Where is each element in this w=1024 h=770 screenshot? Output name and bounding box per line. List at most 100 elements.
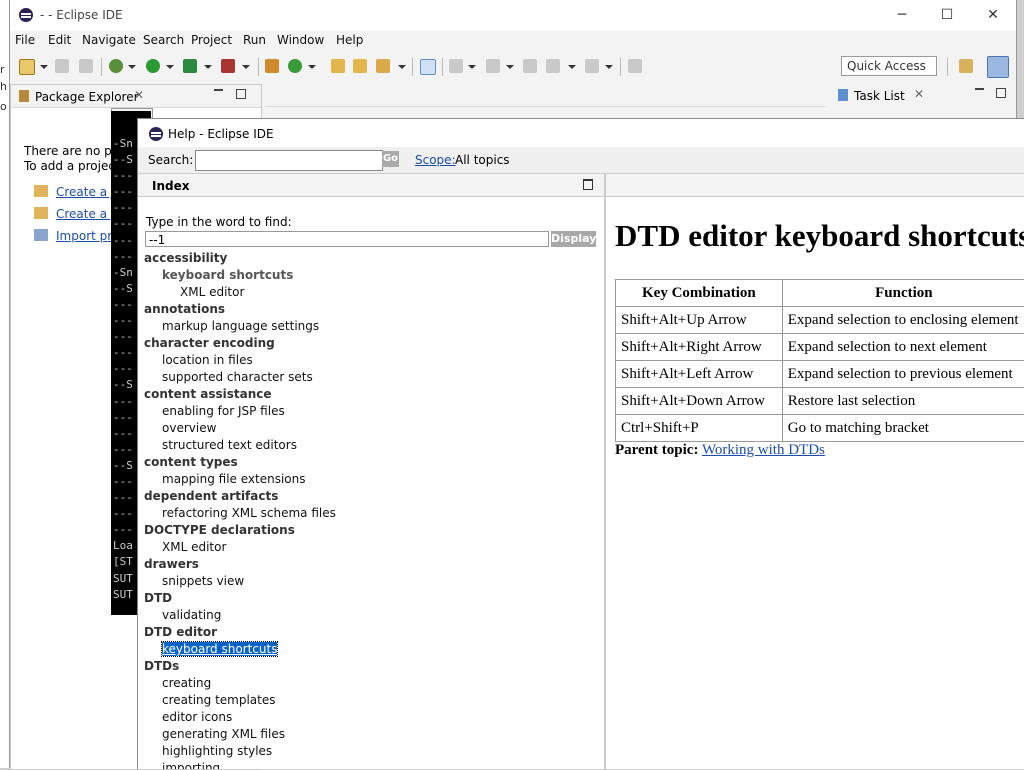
open-folder-icon[interactable] [353,59,367,73]
index-subentry[interactable]: editor icons [162,710,232,724]
toolbar-separator [442,58,443,76]
save-icon[interactable] [55,59,69,73]
title-bar: - - Eclipse IDE ─ ☐ ✕ [10,0,1016,31]
run-icon[interactable] [146,59,160,73]
forward-arrow-icon[interactable] [585,59,599,73]
index-subentry[interactable]: refactoring XML schema files [162,506,336,520]
index-subentry[interactable]: generating XML files [162,727,285,741]
task-list-tab-label: Task List [854,89,905,103]
back-arrow-icon[interactable] [546,59,560,73]
parent-topic-label: Parent topic: [615,442,698,458]
toolbar-separator [101,58,102,76]
index-pane: Index Type in the word to find: --1 Disp… [138,174,605,769]
package-explorer-tab-label: Package Explorer [35,90,139,104]
open-type-icon[interactable] [331,59,345,73]
index-subentry[interactable]: creating [162,676,211,690]
close-icon[interactable]: ✕ [914,87,924,101]
index-subentry[interactable]: keyboard shortcuts [162,642,277,656]
chevron-down-icon[interactable] [204,65,212,69]
index-subentry[interactable]: location in files [162,353,253,367]
function-cell: Go to matching bracket [782,415,1024,442]
maximize-button[interactable]: ☐ [925,4,969,26]
import-icon [34,229,48,241]
index-subentry[interactable]: keyboard shortcuts [162,268,293,282]
function-cell: Expand selection to previous element [782,361,1024,388]
chevron-down-icon[interactable] [128,65,136,69]
minimize-view-icon[interactable] [214,89,223,91]
minimize-button[interactable]: ─ [880,4,924,26]
toggle-mark-icon[interactable] [420,59,436,75]
chevron-down-icon[interactable] [506,65,514,69]
package-explorer-tab[interactable]: Package Explorer ✕ [11,85,261,108]
new-java-project-icon [34,185,48,197]
maximize-view-icon[interactable] [583,179,593,190]
search-input[interactable] [195,150,383,171]
go-button[interactable]: Go [382,151,399,167]
chevron-down-icon[interactable] [242,65,250,69]
debug-icon[interactable] [109,59,123,73]
maximize-view-icon[interactable] [996,88,1006,98]
new-class-icon[interactable] [288,59,302,73]
previous-annotation-icon[interactable] [486,59,500,73]
key-combination-cell: Ctrl+Shift+P [616,415,783,442]
new-package-icon[interactable] [265,59,279,73]
last-edit-icon[interactable] [523,59,537,73]
chevron-down-icon[interactable] [166,65,174,69]
maximize-view-icon[interactable] [236,89,246,99]
next-annotation-icon[interactable] [449,59,463,73]
task-list-tab[interactable]: Task List ✕ [830,84,1016,106]
menu-file[interactable]: File [15,33,35,47]
index-subentry[interactable]: mapping file extensions [162,472,306,486]
parent-topic: Parent topic: Working with DTDs [615,442,825,459]
index-subentry[interactable]: supported character sets [162,370,313,384]
import-project-link[interactable]: Import pro [56,229,119,243]
chevron-down-icon[interactable] [568,65,576,69]
function-cell: Restore last selection [782,388,1024,415]
close-icon[interactable]: ✕ [134,88,144,102]
toolbar-separator [620,58,621,76]
index-subentry[interactable]: snippets view [162,574,244,588]
search-icon[interactable] [376,59,390,73]
chevron-down-icon[interactable] [308,65,316,69]
chevron-down-icon[interactable] [468,65,476,69]
index-subentry[interactable]: structured text editors [162,438,297,452]
menu-window[interactable]: Window [277,33,324,47]
index-subentry[interactable]: creating templates [162,693,276,707]
new-icon[interactable] [19,59,35,75]
empty-message: To add a project: [24,159,124,173]
index-subentry[interactable]: overview [162,421,216,435]
minimize-view-icon[interactable] [975,88,984,90]
index-subentry[interactable]: markup language settings [162,319,319,333]
index-keyword: character encoding [144,336,275,350]
quick-access-input[interactable]: Quick Access [841,56,937,76]
index-subentry[interactable]: validating [162,608,221,622]
close-button[interactable]: ✕ [971,4,1015,26]
display-button[interactable]: Display [551,231,596,247]
index-subentry[interactable]: XML editor [162,540,226,554]
chevron-down-icon[interactable] [605,65,613,69]
open-perspective-icon[interactable] [959,59,973,73]
topic-toolbar [606,174,1024,197]
eclipse-logo-icon [149,127,163,141]
menu-run[interactable]: Run [243,33,266,47]
menu-search[interactable]: Search [143,33,184,47]
coverage-icon[interactable] [221,59,235,73]
menu-navigate[interactable]: Navigate [82,33,136,47]
menu-project[interactable]: Project [191,33,232,47]
background-text: o [0,100,7,113]
index-subentry[interactable]: highlighting styles [162,744,272,758]
parent-topic-link[interactable]: Working with DTDs [702,442,825,458]
index-word-input[interactable]: --1 [145,231,549,247]
menu-help[interactable]: Help [336,33,363,47]
pin-editor-icon[interactable] [628,59,642,73]
save-all-icon[interactable] [79,59,93,73]
scope-link[interactable]: Scope: [415,153,456,167]
index-subentry[interactable]: enabling for JSP files [162,404,285,418]
index-subentry[interactable]: XML editor [180,285,244,299]
java-perspective-icon[interactable] [987,56,1009,78]
menu-edit[interactable]: Edit [48,33,71,47]
chevron-down-icon[interactable] [398,65,406,69]
run-external-icon[interactable] [183,59,197,73]
chevron-down-icon[interactable] [40,65,48,69]
index-header: Index [138,174,604,197]
